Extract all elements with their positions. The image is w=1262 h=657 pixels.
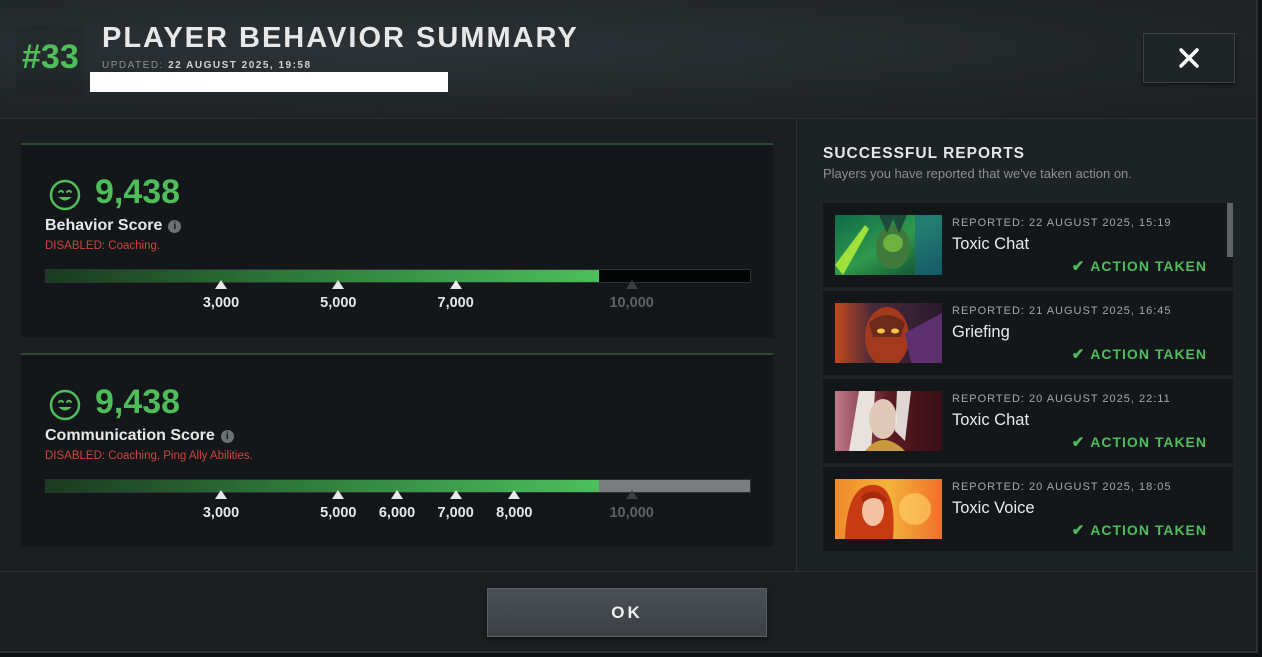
redacted-region — [90, 72, 448, 92]
page-title: PLAYER BEHAVIOR SUMMARY — [102, 22, 579, 54]
tick-label: 6,000 — [378, 505, 416, 521]
info-icon[interactable]: i — [168, 220, 182, 233]
communication-disabled-features: DISABLED: Coaching, Ping Ally Abilities. — [45, 450, 253, 462]
report-date: REPORTED: 20 AUGUST 2025, 18:05 — [952, 481, 1172, 493]
close-button[interactable] — [1143, 33, 1235, 83]
disabled-label: DISABLED: — [45, 450, 106, 462]
report-status: ✔ ACTION TAKEN — [1072, 345, 1207, 363]
communication-score-text: Communication Score — [45, 427, 215, 444]
tick-marker — [625, 490, 638, 499]
communication-score-card: 9,438 Communication Score i DISABLED: Coa… — [21, 353, 773, 547]
hero-portrait — [835, 391, 942, 451]
behavior-score-bar-fill — [46, 270, 600, 282]
disabled-text: Coaching. — [108, 240, 161, 252]
updated-timestamp: UPDATED: 22 AUGUST 2025, 19:58 — [102, 60, 312, 71]
tick-label: 5,000 — [320, 505, 357, 521]
hero-portrait — [835, 479, 942, 539]
behavior-score-label: Behavior Score i — [45, 217, 182, 235]
report-status-text: ACTION TAKEN — [1090, 346, 1207, 362]
report-item[interactable]: REPORTED: 21 AUGUST 2025, 16:45 Griefing… — [823, 291, 1233, 375]
tick-label: 3,000 — [202, 295, 240, 311]
ok-button[interactable]: OK — [487, 588, 767, 637]
report-type: Toxic Voice — [952, 499, 1035, 517]
behavior-score-text: Behavior Score — [45, 217, 163, 234]
report-status: ✔ ACTION TAKEN — [1072, 521, 1207, 539]
report-type: Toxic Chat — [952, 411, 1030, 429]
report-type: Toxic Chat — [952, 235, 1030, 253]
behavior-score-card: 9,438 Behavior Score i DISABLED: Coaching… — [21, 143, 773, 337]
report-status: ✔ ACTION TAKEN — [1072, 433, 1207, 451]
tick-label: 7,000 — [437, 295, 474, 311]
checkmark-icon: ✔ — [1071, 522, 1086, 539]
modal-header: #33 PLAYER BEHAVIOR SUMMARY UPDATED: 22 … — [0, 0, 1256, 119]
tick-label: 5,000 — [320, 295, 357, 311]
smiley-face-icon — [49, 179, 81, 211]
tick-label: 10,000 — [609, 295, 654, 311]
updated-value: 22 AUGUST 2025, 19:58 — [168, 60, 312, 71]
rank-number: #33 — [22, 38, 79, 76]
tick-marker — [449, 280, 462, 289]
communication-score-label: Communication Score i — [45, 427, 234, 445]
reports-title: SUCCESSFUL REPORTS — [823, 145, 1026, 162]
tick-marker — [508, 490, 521, 499]
tick-marker — [215, 280, 227, 289]
tick-label: 7,000 — [437, 505, 474, 521]
report-date: REPORTED: 21 AUGUST 2025, 16:45 — [952, 305, 1172, 317]
successful-reports-panel: SUCCESSFUL REPORTS Players you have repo… — [796, 119, 1256, 571]
tick-label: 10,000 — [609, 505, 654, 521]
tick-marker — [332, 490, 345, 499]
tick-label: 3,000 — [202, 505, 240, 521]
smiley-face-icon — [49, 389, 81, 421]
communication-score-value: 9,438 — [95, 383, 181, 421]
report-date: REPORTED: 22 AUGUST 2025, 15:19 — [952, 217, 1172, 229]
behavior-summary-modal: #33 PLAYER BEHAVIOR SUMMARY UPDATED: 22 … — [0, 0, 1258, 653]
report-item[interactable]: REPORTED: 22 AUGUST 2025, 15:19 Toxic Ch… — [823, 203, 1233, 287]
report-type: Griefing — [952, 323, 1010, 341]
report-date: REPORTED: 20 AUGUST 2025, 22:11 — [952, 393, 1171, 405]
close-icon — [1179, 48, 1199, 68]
disabled-label: DISABLED: — [45, 240, 106, 252]
checkmark-icon: ✔ — [1071, 434, 1086, 451]
tick-marker — [332, 280, 345, 289]
reports-subtitle: Players you have reported that we've tak… — [823, 166, 1132, 181]
hero-portrait — [835, 303, 942, 363]
tick-marker — [449, 490, 462, 499]
tick-marker — [391, 490, 403, 499]
scores-panel: 9,438 Behavior Score i DISABLED: Coaching… — [0, 119, 796, 571]
report-status-text: ACTION TAKEN — [1090, 258, 1207, 274]
tick-marker — [625, 280, 638, 289]
checkmark-icon: ✔ — [1071, 346, 1086, 363]
report-item[interactable]: REPORTED: 20 AUGUST 2025, 18:05 Toxic Vo… — [823, 467, 1233, 551]
report-status-text: ACTION TAKEN — [1090, 434, 1207, 450]
disabled-text: Coaching, Ping Ally Abilities. — [108, 450, 253, 462]
report-item[interactable]: REPORTED: 20 AUGUST 2025, 22:11 Toxic Ch… — [823, 379, 1233, 463]
checkmark-icon: ✔ — [1071, 258, 1086, 275]
scrollbar-thumb[interactable] — [1227, 203, 1233, 257]
tick-marker — [215, 490, 227, 499]
report-status: ✔ ACTION TAKEN — [1072, 257, 1207, 275]
info-icon[interactable]: i — [220, 430, 234, 443]
tick-label: 8,000 — [496, 505, 533, 521]
hero-portrait — [835, 215, 942, 275]
behavior-score-bar — [45, 269, 751, 283]
report-status-text: ACTION TAKEN — [1090, 522, 1207, 538]
updated-label: UPDATED: — [102, 60, 164, 71]
modal-footer: OK — [0, 571, 1256, 651]
behavior-score-value: 9,438 — [95, 173, 181, 211]
behavior-disabled-features: DISABLED: Coaching. — [45, 240, 160, 252]
